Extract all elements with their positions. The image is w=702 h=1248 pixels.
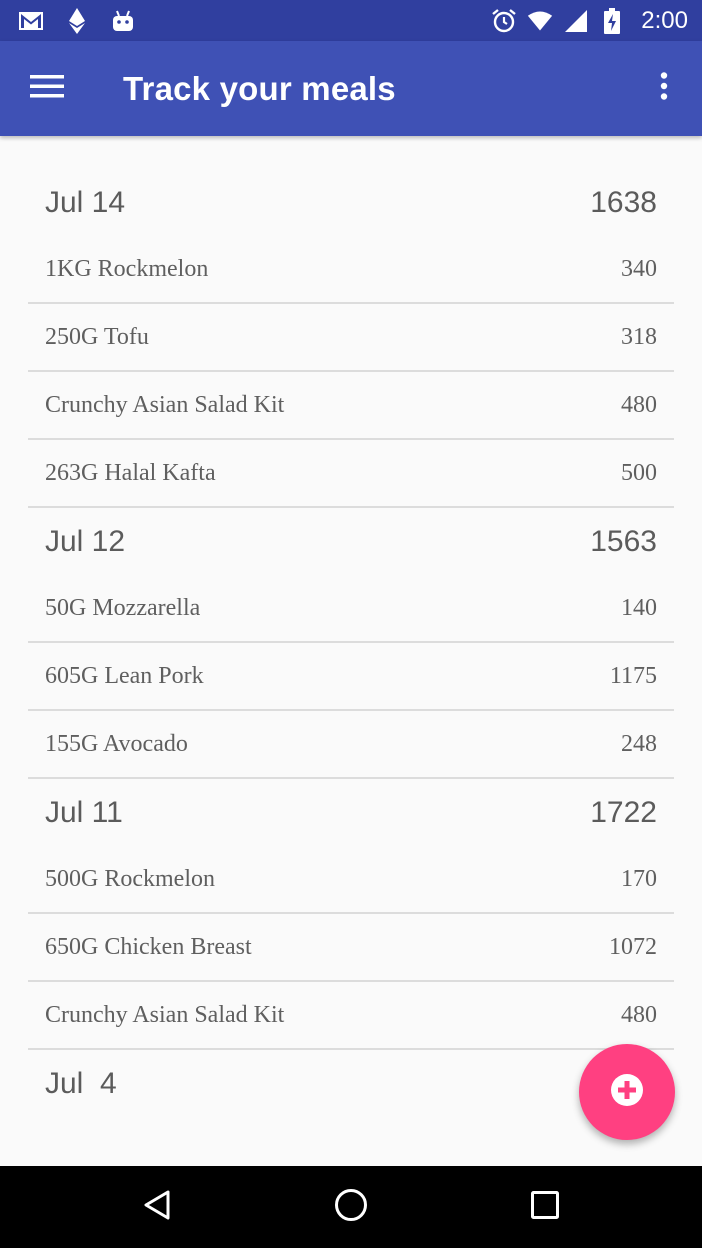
meal-calories: 248 bbox=[621, 730, 657, 757]
gmail-icon bbox=[18, 8, 44, 34]
meal-item[interactable]: 500G Rockmelon 170 bbox=[28, 846, 674, 914]
meal-item[interactable]: 50G Mozzarella 140 bbox=[28, 575, 674, 643]
meal-calories: 480 bbox=[621, 1001, 657, 1028]
app-title: Track your meals bbox=[123, 69, 396, 107]
meal-list[interactable]: Jul 14 1638 1KG Rockmelon 340 250G Tofu … bbox=[0, 136, 702, 1140]
day-group: Jul 11 1722 500G Rockmelon 170 650G Chic… bbox=[0, 779, 702, 1050]
home-icon bbox=[334, 1188, 368, 1227]
ethereum-icon bbox=[64, 7, 90, 34]
android-icon bbox=[110, 8, 136, 34]
menu-button[interactable] bbox=[0, 41, 96, 136]
day-date: Jul 12 bbox=[45, 524, 126, 558]
app-bar: Track your meals bbox=[0, 41, 702, 136]
meal-item[interactable]: 250G Tofu 318 bbox=[28, 304, 674, 372]
meal-calories: 1072 bbox=[609, 933, 657, 960]
meal-name: 155G Avocado bbox=[45, 730, 188, 757]
status-left bbox=[18, 7, 136, 34]
day-total: 1638 bbox=[590, 185, 657, 219]
meal-calories: 340 bbox=[621, 255, 657, 282]
meal-calories: 170 bbox=[621, 865, 657, 892]
meal-calories: 140 bbox=[621, 594, 657, 621]
day-header: Jul 12 1563 bbox=[0, 508, 702, 575]
day-group: Jul 12 1563 50G Mozzarella 140 605G Lean… bbox=[0, 508, 702, 779]
back-button[interactable] bbox=[117, 1167, 197, 1247]
add-meal-button[interactable] bbox=[579, 1044, 675, 1140]
meal-item[interactable]: Crunchy Asian Salad Kit 480 bbox=[28, 372, 674, 440]
meal-name: 250G Tofu bbox=[45, 323, 149, 350]
back-icon bbox=[142, 1189, 172, 1226]
meal-item[interactable]: 1KG Rockmelon 340 bbox=[28, 236, 674, 304]
day-header: Jul 11 1722 bbox=[0, 779, 702, 846]
meal-calories: 1175 bbox=[609, 662, 657, 689]
day-total: 1563 bbox=[590, 524, 657, 558]
day-date: Jul 14 bbox=[45, 185, 126, 219]
meal-name: 1KG Rockmelon bbox=[45, 255, 209, 282]
meal-item[interactable]: 605G Lean Pork 1175 bbox=[28, 643, 674, 711]
meal-name: 263G Halal Kafta bbox=[45, 459, 216, 486]
day-total: 1722 bbox=[590, 795, 657, 829]
day-date: Jul 4 bbox=[45, 1066, 117, 1100]
meal-name: 500G Rockmelon bbox=[45, 865, 215, 892]
day-date: Jul 11 bbox=[45, 795, 123, 829]
meal-calories: 500 bbox=[621, 459, 657, 486]
clock-time: 2:00 bbox=[641, 6, 688, 34]
more-vert-icon bbox=[660, 72, 668, 105]
meal-name: 650G Chicken Breast bbox=[45, 933, 252, 960]
meal-name: 605G Lean Pork bbox=[45, 662, 204, 689]
home-button[interactable] bbox=[311, 1167, 391, 1247]
status-right: 2:00 bbox=[491, 7, 688, 35]
meal-name: Crunchy Asian Salad Kit bbox=[45, 391, 285, 418]
meal-calories: 318 bbox=[621, 323, 657, 350]
battery-charging-icon bbox=[599, 7, 625, 34]
overflow-menu-button[interactable] bbox=[626, 41, 702, 136]
system-nav-bar bbox=[0, 1166, 702, 1248]
wifi-icon bbox=[527, 8, 553, 34]
add-circle-icon bbox=[610, 1073, 644, 1112]
recents-button[interactable] bbox=[505, 1167, 585, 1247]
hamburger-menu-icon bbox=[30, 74, 64, 103]
day-header: Jul 14 1638 bbox=[0, 169, 702, 236]
recents-icon bbox=[530, 1190, 560, 1225]
meal-item[interactable]: 650G Chicken Breast 1072 bbox=[28, 914, 674, 982]
meal-item[interactable]: 263G Halal Kafta 500 bbox=[28, 440, 674, 508]
meal-name: 50G Mozzarella bbox=[45, 594, 201, 621]
meal-calories: 480 bbox=[621, 391, 657, 418]
meal-item[interactable]: 155G Avocado 248 bbox=[28, 711, 674, 779]
content-bottom-gap bbox=[0, 1140, 702, 1166]
meal-item[interactable]: Crunchy Asian Salad Kit 480 bbox=[28, 982, 674, 1050]
status-bar: 2:00 bbox=[0, 0, 702, 41]
alarm-icon bbox=[491, 8, 517, 34]
day-group: Jul 14 1638 1KG Rockmelon 340 250G Tofu … bbox=[0, 169, 702, 508]
signal-icon bbox=[563, 8, 589, 34]
meal-name: Crunchy Asian Salad Kit bbox=[45, 1001, 285, 1028]
